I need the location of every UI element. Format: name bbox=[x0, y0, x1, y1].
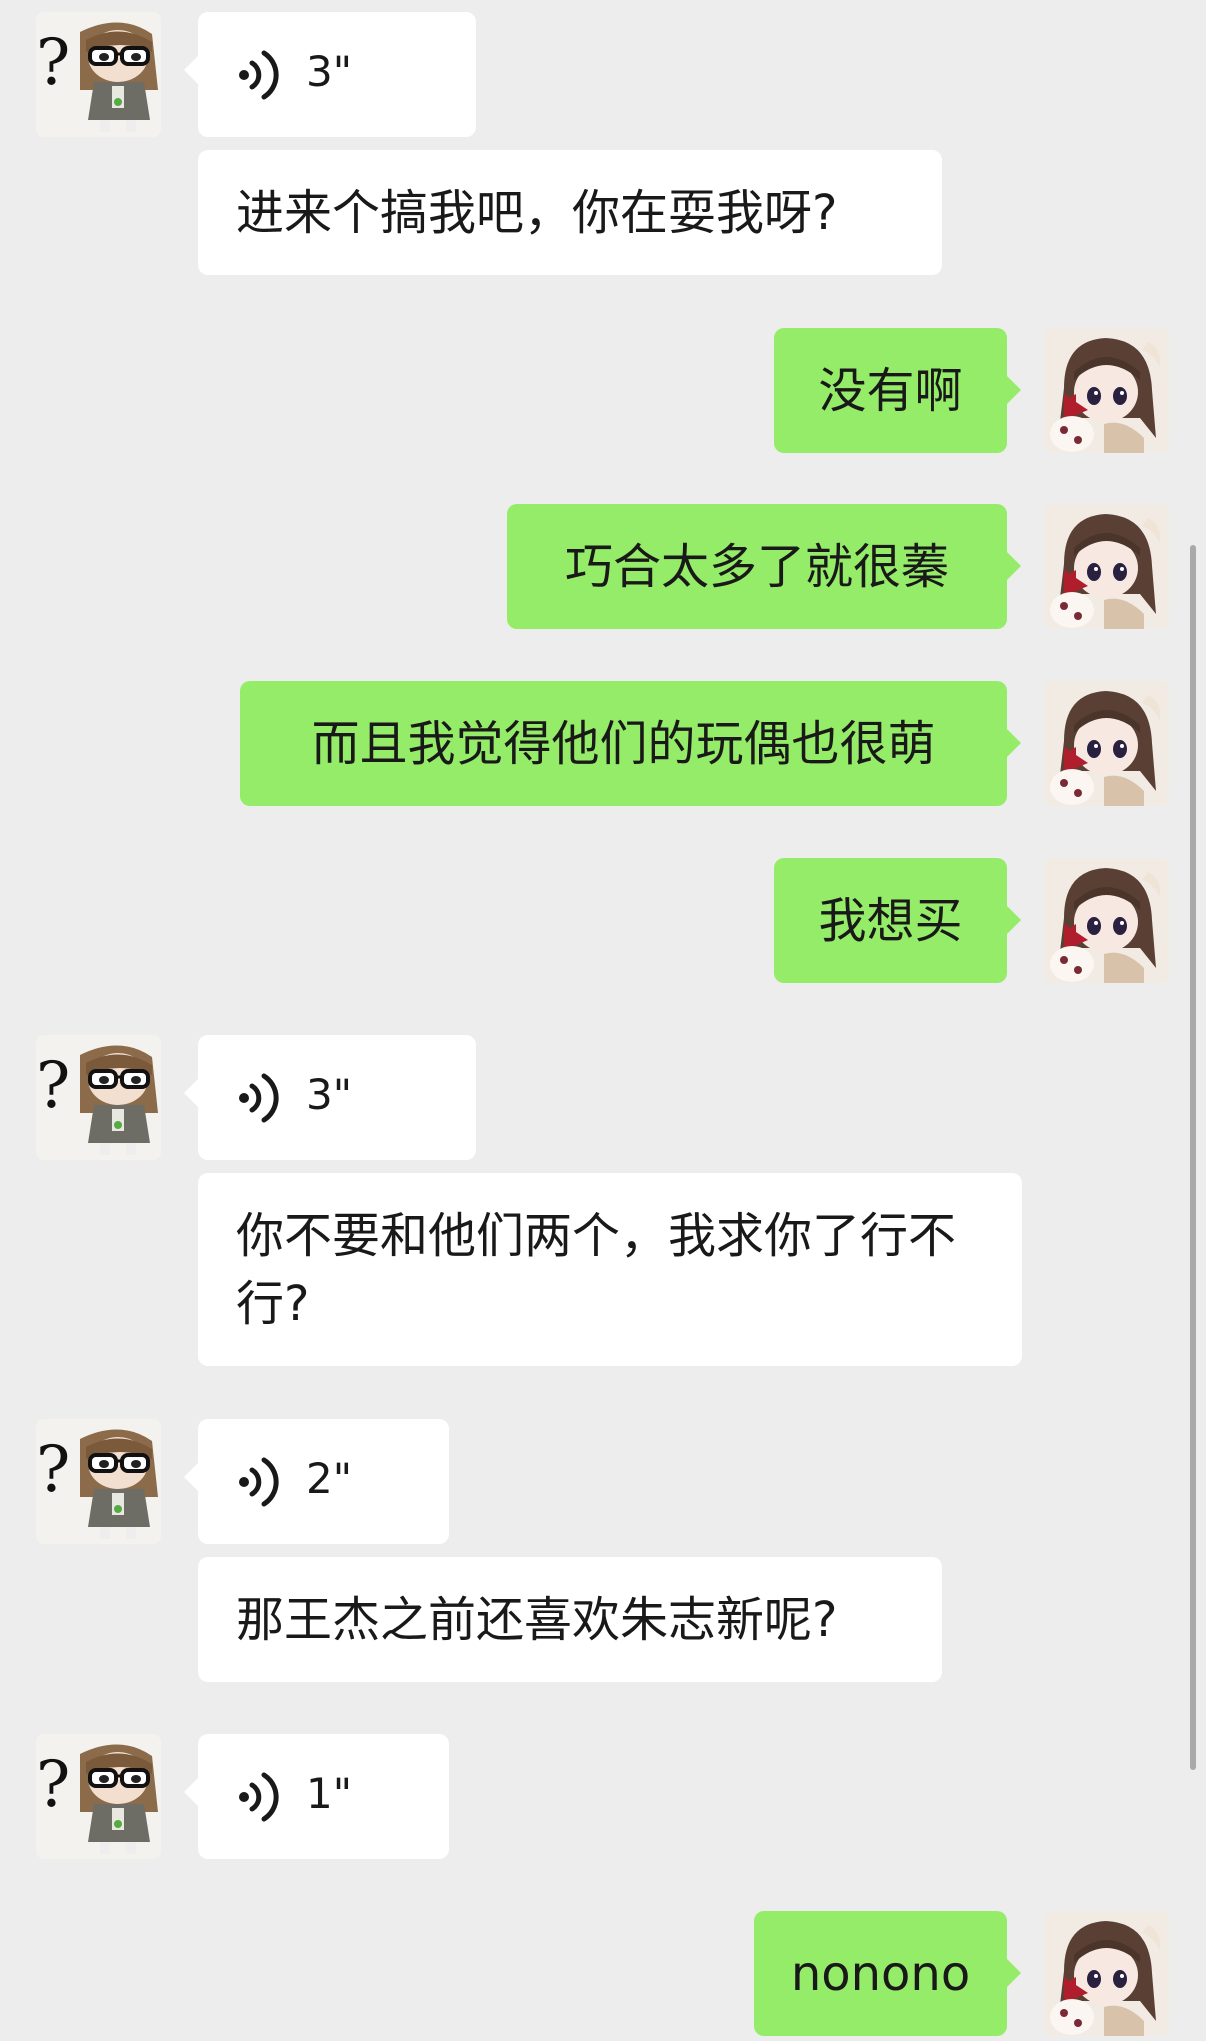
voice-wave-icon bbox=[238, 1772, 282, 1822]
voice-wave-icon bbox=[238, 1457, 282, 1507]
message-text: 我想买 bbox=[818, 892, 963, 949]
message-text: 没有啊 bbox=[818, 362, 963, 419]
glasses-girl-avatar-icon bbox=[36, 1734, 161, 1859]
voice-message-bubble[interactable]: 3" bbox=[184, 12, 476, 137]
outgoing-text-bubble[interactable]: 没有啊 bbox=[774, 328, 1021, 453]
contact-avatar[interactable] bbox=[36, 1734, 161, 1859]
voice-duration: 3" bbox=[306, 1070, 353, 1119]
my-avatar[interactable] bbox=[1044, 504, 1169, 629]
doll-avatar-icon bbox=[1044, 681, 1169, 806]
outgoing-text-bubble[interactable]: 巧合太多了就很蓁 bbox=[507, 504, 1021, 629]
doll-avatar-icon bbox=[1044, 1911, 1169, 2036]
doll-avatar-icon bbox=[1044, 858, 1169, 983]
voice-duration: 1" bbox=[306, 1769, 353, 1818]
message-text: 而且我觉得他们的玩偶也很萌 bbox=[311, 715, 936, 772]
voice-duration: 3" bbox=[306, 47, 353, 96]
voice-wave-icon bbox=[238, 1073, 282, 1123]
message-text: 那王杰之前还喜欢朱志新呢? bbox=[236, 1591, 838, 1648]
my-avatar[interactable] bbox=[1044, 681, 1169, 806]
glasses-girl-avatar-icon bbox=[36, 1419, 161, 1544]
outgoing-text-bubble[interactable]: nonono bbox=[754, 1911, 1021, 2036]
message-text: 进来个搞我吧，你在耍我呀? bbox=[236, 184, 838, 241]
doll-avatar-icon bbox=[1044, 504, 1169, 629]
message-text: nonono bbox=[790, 1945, 971, 2002]
message-text: 你不要和他们两个，我求你了行不行? bbox=[236, 1207, 957, 1332]
incoming-text-bubble[interactable]: 进来个搞我吧，你在耍我呀? bbox=[198, 150, 942, 275]
my-avatar[interactable] bbox=[1044, 858, 1169, 983]
voice-message-bubble[interactable]: 2" bbox=[184, 1419, 449, 1544]
doll-avatar-icon bbox=[1044, 328, 1169, 453]
incoming-text-bubble[interactable]: 你不要和他们两个，我求你了行不行? bbox=[198, 1173, 1022, 1366]
voice-wave-icon bbox=[238, 50, 282, 100]
voice-message-bubble[interactable]: 1" bbox=[184, 1734, 449, 1859]
incoming-text-bubble[interactable]: 那王杰之前还喜欢朱志新呢? bbox=[198, 1557, 942, 1682]
message-text: 巧合太多了就很蓁 bbox=[564, 538, 949, 595]
contact-avatar[interactable] bbox=[36, 1419, 161, 1544]
glasses-girl-avatar-icon bbox=[36, 12, 161, 137]
outgoing-text-bubble[interactable]: 而且我觉得他们的玩偶也很萌 bbox=[240, 681, 1021, 806]
contact-avatar[interactable] bbox=[36, 1035, 161, 1160]
scrollbar[interactable] bbox=[1190, 545, 1196, 1770]
glasses-girl-avatar-icon bbox=[36, 1035, 161, 1160]
voice-message-bubble[interactable]: 3" bbox=[184, 1035, 476, 1160]
voice-duration: 2" bbox=[306, 1454, 353, 1503]
my-avatar[interactable] bbox=[1044, 328, 1169, 453]
my-avatar[interactable] bbox=[1044, 1911, 1169, 2036]
contact-avatar[interactable] bbox=[36, 12, 161, 137]
outgoing-text-bubble[interactable]: 我想买 bbox=[774, 858, 1021, 983]
